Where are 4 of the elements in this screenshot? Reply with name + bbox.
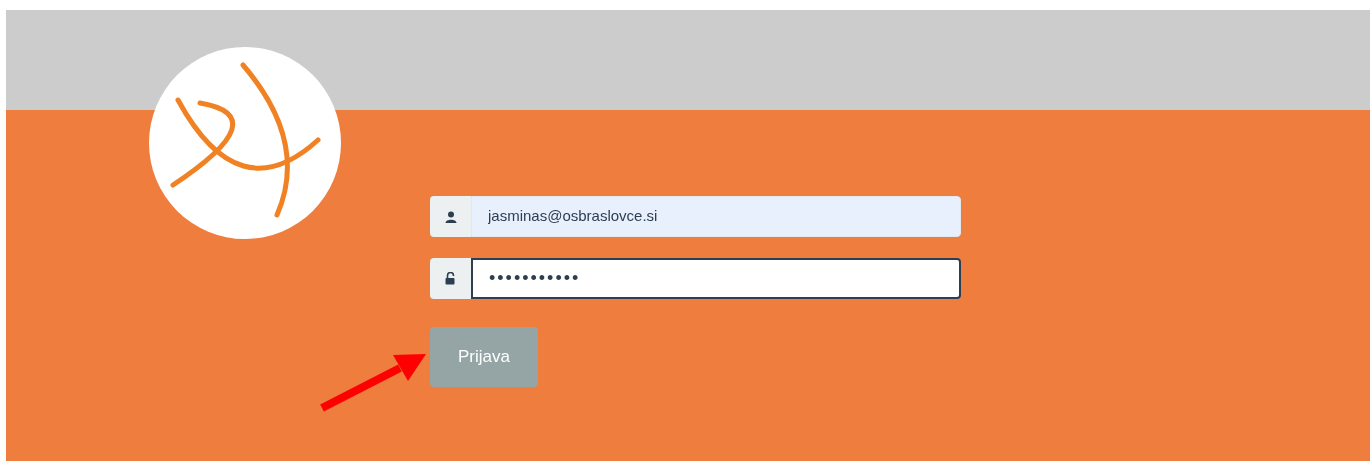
unlocked-padlock-icon (445, 272, 456, 285)
password-field[interactable]: ••••••••••• (471, 258, 961, 299)
email-field[interactable]: jasminas@osbraslovce.si (471, 196, 961, 237)
user-icon (444, 210, 457, 223)
